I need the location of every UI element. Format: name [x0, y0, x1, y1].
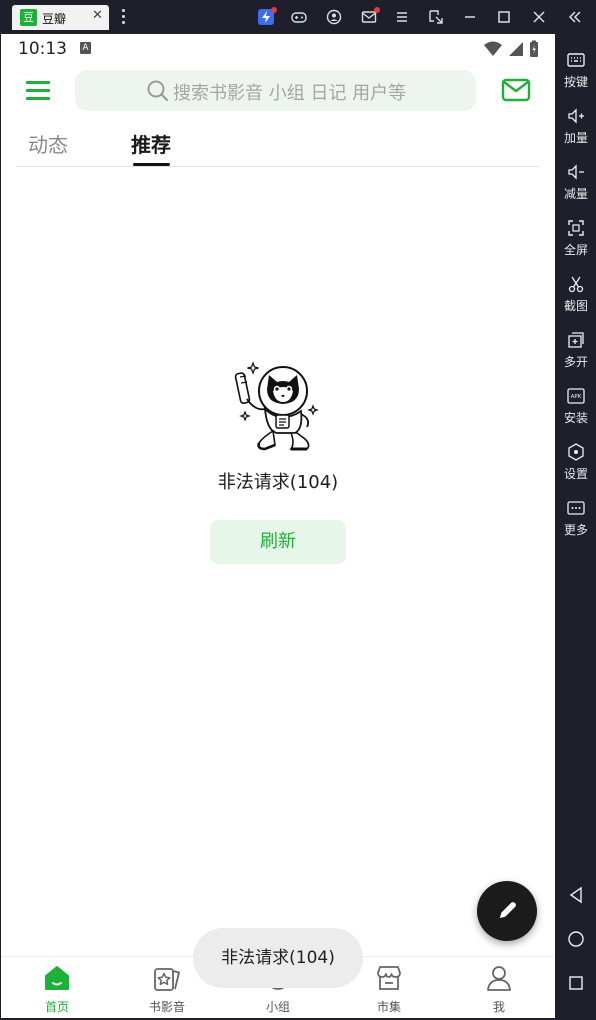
notification-dot	[374, 7, 380, 13]
mail-icon[interactable]	[501, 77, 531, 103]
notification-badge: A	[80, 42, 91, 54]
tab-recommended[interactable]: 推荐	[131, 129, 171, 158]
kebab-menu-icon[interactable]	[120, 9, 126, 25]
toast-message: 非法请求(104)	[193, 928, 363, 988]
screenshot-icon[interactable]	[427, 8, 445, 26]
signal-icon	[509, 42, 523, 56]
sidebar-label: 减量	[563, 187, 588, 201]
emulator-titlebar: 豆 豆瓣 ✕	[0, 0, 596, 34]
sidebar-item-more[interactable]: 更多	[556, 498, 596, 546]
apk-install-icon: APK	[567, 388, 585, 404]
douban-logo: 豆	[20, 9, 37, 26]
error-message: 非法请求(104)	[217, 472, 339, 493]
lightning-app-icon[interactable]	[257, 7, 277, 26]
search-icon	[147, 80, 169, 102]
hamburger-menu-icon[interactable]	[26, 81, 50, 101]
search-placeholder: 搜索书影音 小组 日记 用户等	[173, 83, 407, 104]
tab-title: 豆瓣	[42, 12, 67, 26]
back-icon	[569, 886, 582, 904]
android-recents-button[interactable]	[556, 970, 596, 996]
emulator-sidebar: 按键 加量 减量 全屏 截图 多开 APK 安装 设置 更多	[556, 34, 596, 1020]
battery-icon	[530, 40, 538, 57]
sidebar-item-fullscreen[interactable]: 全屏	[556, 218, 596, 266]
refresh-button[interactable]: 刷新	[210, 520, 346, 564]
phone-screen: 10:13 A 搜索书影音 小组 日记 用户等 动态 推荐 非法请求(104) …	[1, 34, 555, 1018]
nav-item-home[interactable]: 首页	[27, 963, 87, 1015]
nav-item-books-movies[interactable]: 书影音	[137, 963, 197, 1015]
minimize-icon[interactable]	[461, 8, 479, 26]
nav-item-profile[interactable]: 我	[469, 963, 529, 1015]
nav-label: 我	[492, 1000, 505, 1014]
sidebar-label: 截图	[563, 299, 588, 313]
astronaut-cat-illustration	[234, 361, 319, 451]
recents-icon	[569, 976, 583, 990]
pen-icon	[500, 902, 516, 918]
collapse-icon[interactable]	[566, 8, 584, 26]
sidebar-item-screenshot[interactable]: 截图	[556, 274, 596, 322]
sidebar-label: 按键	[563, 75, 588, 89]
settings-icon	[568, 443, 584, 461]
search-bar[interactable]: 搜索书影音 小组 日记 用户等	[75, 70, 476, 111]
android-home-button[interactable]	[556, 926, 596, 952]
app-tab[interactable]: 豆 豆瓣 ✕	[12, 5, 109, 30]
feed-tabs: 动态 推荐	[1, 122, 555, 167]
keyboard-icon	[567, 53, 585, 67]
mail-icon[interactable]	[360, 7, 380, 26]
volume-up-icon	[568, 108, 584, 124]
sidebar-item-volume-up[interactable]: 加量	[556, 106, 596, 154]
sidebar-label: 安装	[563, 411, 588, 425]
sidebar-label: 更多	[563, 523, 588, 537]
sidebar-label: 全屏	[563, 243, 588, 257]
sidebar-label: 多开	[563, 355, 588, 369]
home-icon	[45, 966, 69, 990]
sidebar-item-volume-down[interactable]: 减量	[556, 162, 596, 210]
tab-close-icon[interactable]: ✕	[92, 8, 103, 23]
status-bar: 10:13 A	[1, 34, 555, 64]
maximize-icon[interactable]	[495, 8, 513, 26]
sidebar-item-keys[interactable]: 按键	[556, 50, 596, 98]
home-icon	[568, 931, 584, 947]
more-icon	[567, 501, 585, 515]
svg-text:APK: APK	[571, 394, 582, 400]
volume-down-icon	[568, 164, 584, 180]
nav-label: 书影音	[148, 1000, 185, 1014]
sidebar-item-settings[interactable]: 设置	[556, 442, 596, 490]
menu-icon[interactable]	[393, 8, 411, 26]
notification-dot	[271, 7, 277, 13]
fullscreen-icon	[568, 220, 584, 236]
scissors-icon	[568, 276, 584, 293]
nav-label: 小组	[265, 1000, 290, 1014]
multi-instance-icon	[568, 332, 584, 348]
sidebar-label: 加量	[563, 131, 588, 145]
sidebar-item-install[interactable]: APK 安装	[556, 386, 596, 434]
close-icon[interactable]	[530, 8, 548, 26]
status-time: 10:13	[18, 39, 67, 59]
tab-updates[interactable]: 动态	[28, 129, 68, 158]
profile-icon	[487, 966, 511, 991]
nav-label: 首页	[44, 1000, 69, 1014]
wifi-icon	[484, 41, 502, 56]
tabs-divider	[16, 166, 540, 167]
sidebar-label: 设置	[563, 467, 588, 481]
gamepad-icon[interactable]	[290, 8, 308, 26]
star-card-icon	[154, 968, 181, 991]
compose-button[interactable]	[477, 881, 537, 941]
sidebar-item-multi-instance[interactable]: 多开	[556, 330, 596, 378]
system-icons	[483, 40, 539, 58]
nav-item-market[interactable]: 市集	[359, 963, 419, 1015]
nav-label: 市集	[376, 1000, 401, 1014]
account-icon[interactable]	[325, 8, 343, 26]
shop-icon	[377, 966, 401, 990]
android-back-button[interactable]	[556, 882, 596, 908]
